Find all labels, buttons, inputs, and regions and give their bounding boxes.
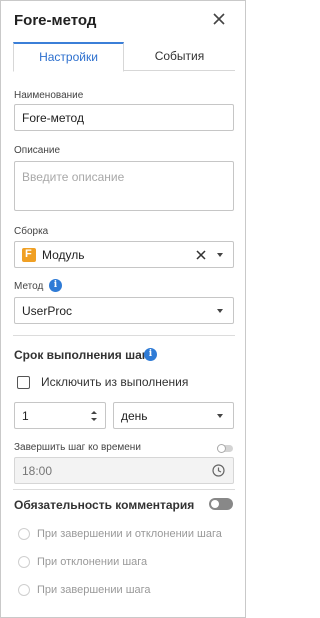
method-label: Метод — [14, 281, 44, 292]
finish-time-input[interactable]: 18:00 — [14, 457, 234, 484]
divider — [13, 489, 235, 490]
comment-required-toggle[interactable] — [209, 498, 233, 510]
step-settings-panel: Fore-метод Настройки События Наименовани… — [0, 0, 246, 618]
tab-events[interactable]: События — [124, 42, 235, 71]
duration-quantity-value: 1 — [22, 409, 29, 423]
chevron-down-icon[interactable] — [217, 309, 223, 313]
finish-time-value: 18:00 — [22, 464, 53, 478]
description-label: Описание — [14, 145, 61, 156]
name-label: Наименование — [14, 90, 84, 101]
panel-title: Fore-метод — [14, 12, 97, 29]
duration-unit-value: день — [121, 409, 148, 423]
tab-settings[interactable]: Настройки — [13, 42, 124, 72]
radio-finish-and-reject[interactable] — [18, 528, 30, 540]
name-input[interactable]: Fore-метод — [14, 104, 234, 131]
clock-icon — [212, 464, 225, 477]
info-icon[interactable]: i — [144, 348, 157, 361]
finish-at-label: Завершить шаг ко времени — [14, 442, 141, 453]
clear-icon[interactable] — [195, 249, 207, 261]
stepper-arrows-icon[interactable] — [90, 409, 98, 423]
radio-reject[interactable] — [18, 556, 30, 568]
method-select[interactable]: UserProc — [14, 297, 234, 324]
tab-bar: Настройки События — [13, 42, 235, 72]
name-value: Fore-метод — [22, 111, 84, 125]
radio-finish-label: При завершении шага — [37, 584, 151, 596]
deadline-section-title: Срок выполнения шага — [14, 348, 154, 362]
close-icon[interactable] — [210, 10, 228, 28]
chevron-down-icon[interactable] — [217, 253, 223, 257]
assembly-label: Сборка — [14, 226, 49, 237]
radio-reject-label: При отклонении шага — [37, 556, 148, 568]
exclude-label: Исключить из выполнения — [41, 375, 189, 389]
comment-section-title: Обязательность комментария — [14, 498, 195, 512]
method-value: UserProc — [22, 304, 73, 318]
module-icon: F — [22, 248, 36, 262]
description-textarea[interactable]: Введите описание — [14, 161, 234, 211]
radio-finish-and-reject-label: При завершении и отклонении шага — [37, 528, 222, 540]
module-icon-letter: F — [25, 248, 32, 260]
exclude-checkbox[interactable] — [17, 376, 30, 389]
chevron-down-icon[interactable] — [217, 414, 223, 418]
description-placeholder: Введите описание — [22, 170, 125, 184]
assembly-value: Модуль — [42, 248, 85, 262]
finish-at-toggle[interactable] — [217, 444, 233, 453]
assembly-select[interactable]: F Модуль — [14, 241, 234, 268]
info-icon[interactable]: i — [49, 279, 62, 292]
duration-unit-select[interactable]: день — [113, 402, 234, 429]
duration-quantity-stepper[interactable]: 1 — [14, 402, 106, 429]
radio-finish[interactable] — [18, 584, 30, 596]
divider — [13, 335, 235, 336]
